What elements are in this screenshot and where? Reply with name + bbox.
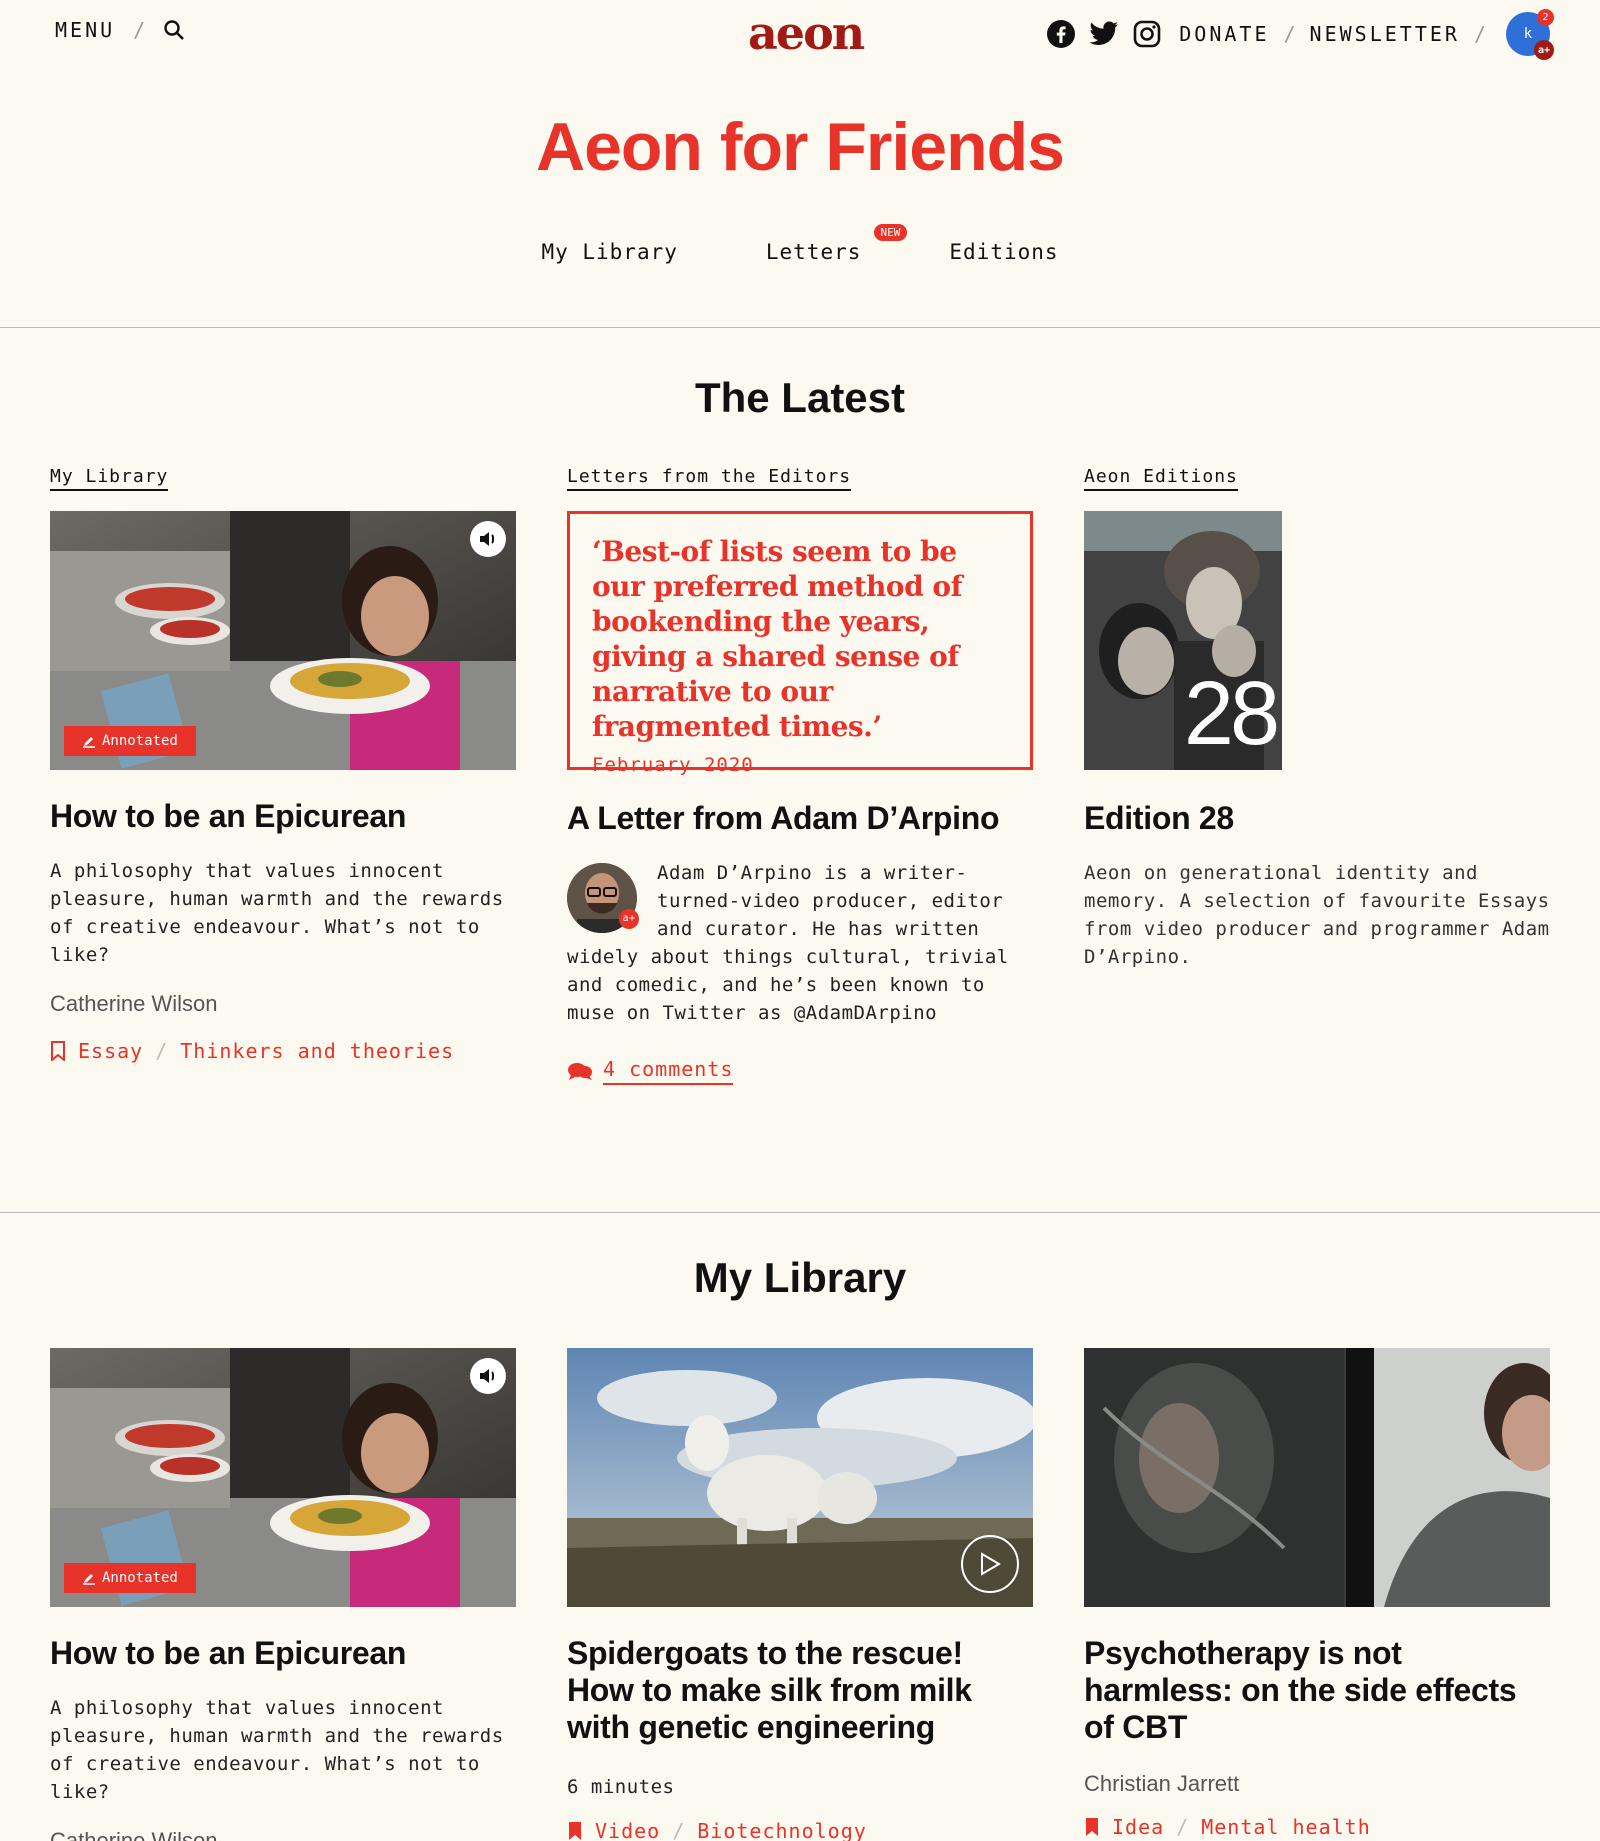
aeon-logo[interactable]: aeon	[748, 6, 865, 60]
article-image[interactable]: Annotated	[50, 511, 516, 770]
divider: /	[672, 1819, 686, 1841]
divider: /	[1283, 22, 1296, 46]
annotated-badge: Annotated	[64, 1563, 196, 1593]
membership-badge: a+	[619, 908, 639, 929]
column-label[interactable]: Aeon Editions	[1084, 466, 1238, 491]
article-description: A philosophy that values innocent pleasu…	[50, 1696, 504, 1803]
library-card: Spidergoats to the rescue! How to make s…	[567, 1348, 1033, 1841]
tab-editions[interactable]: Editions	[949, 240, 1058, 264]
page-title: Aeon for Friends	[535, 109, 1065, 185]
tag-link[interactable]: Biotechnology	[697, 1819, 867, 1841]
tab-my-library[interactable]: My Library	[541, 240, 677, 264]
letter-title[interactable]: A Letter from Adam D’Arpino	[567, 800, 1033, 837]
column-label[interactable]: Letters from the Editors	[567, 466, 852, 491]
article-image[interactable]: Annotated	[50, 1348, 516, 1607]
comments-link[interactable]: 4 comments	[567, 1057, 1033, 1085]
divider	[0, 327, 1600, 328]
section-title-latest: The Latest	[694, 374, 906, 421]
play-icon[interactable]	[961, 1535, 1019, 1593]
author-portrait: a+	[567, 862, 639, 933]
tab-letters-label: Letters	[765, 240, 862, 264]
library-card: Annotated How to be an Epicurean A philo…	[50, 1348, 516, 1841]
tag-link[interactable]: Thinkers and theories	[180, 1039, 454, 1063]
bookmark-filled-icon[interactable]	[567, 1821, 583, 1841]
article-tags: Essay / Thinkers and theories	[50, 1039, 516, 1063]
article-tags: Idea / Mental health	[1084, 1815, 1550, 1839]
tag-link[interactable]: Mental health	[1201, 1815, 1371, 1839]
column-label[interactable]: My Library	[50, 466, 169, 491]
annotated-label: Annotated	[102, 733, 178, 749]
article-title[interactable]: Spidergoats to the rescue! How to make s…	[567, 1635, 1033, 1745]
edition-description: Aeon on generational identity and memory…	[1084, 861, 1550, 968]
article-author[interactable]: Catherine Wilson	[50, 1828, 516, 1841]
audio-icon[interactable]	[470, 521, 506, 557]
pencil-icon	[83, 1574, 95, 1585]
latest-editions-column: Aeon Editions 28 Edition 28 Aeon on gene…	[1084, 466, 1550, 971]
edition-number: 28	[1183, 664, 1280, 764]
divider: /	[155, 1038, 169, 1063]
tag-link[interactable]: Essay	[78, 1039, 143, 1063]
menu-button[interactable]: MENU	[55, 18, 115, 42]
audio-icon[interactable]	[470, 1358, 506, 1394]
friends-subnav: My Library Letters NEW Editions	[0, 224, 1600, 264]
divider: /	[1176, 1815, 1190, 1840]
twitter-icon[interactable]	[1089, 21, 1119, 47]
comment-icon	[568, 1062, 592, 1080]
letter-quote: ‘Best-of lists seem to be our preferred …	[592, 535, 963, 743]
facebook-icon[interactable]	[1047, 20, 1076, 48]
article-description: A philosophy that values innocent pleasu…	[50, 859, 504, 966]
edition-title[interactable]: Edition 28	[1084, 800, 1550, 837]
letter-date: February 2020	[592, 754, 754, 776]
article-title[interactable]: Psychotherapy is not harmless: on the si…	[1084, 1635, 1550, 1745]
tab-letters[interactable]: Letters NEW	[765, 224, 908, 264]
article-tags: Video / Biotechnology	[567, 1819, 1033, 1841]
divider: /	[1473, 22, 1486, 46]
annotated-badge: Annotated	[64, 726, 196, 756]
article-title[interactable]: How to be an Epicurean	[50, 1635, 516, 1672]
notification-badge: 2	[1537, 9, 1554, 26]
article-title[interactable]: How to be an Epicurean	[50, 798, 516, 835]
divider	[0, 1212, 1600, 1213]
library-card: Psychotherapy is not harmless: on the si…	[1084, 1348, 1550, 1839]
latest-letters-column: Letters from the Editors ‘Best-of lists …	[567, 466, 1033, 1085]
video-duration: 6 minutes	[567, 1776, 675, 1799]
video-thumbnail[interactable]	[567, 1348, 1033, 1607]
letter-body: a+ Adam D’Arpino is a writer-turned-vide…	[567, 859, 1033, 1027]
article-author[interactable]: Christian Jarrett	[1084, 1771, 1550, 1797]
tag-link[interactable]: Video	[595, 1819, 660, 1841]
instagram-icon[interactable]	[1133, 20, 1161, 48]
bookmark-icon[interactable]	[50, 1040, 66, 1061]
pencil-icon	[83, 737, 95, 748]
comments-count[interactable]: 4 comments	[603, 1057, 734, 1085]
new-badge: NEW	[873, 224, 908, 241]
donate-link[interactable]: DONATE	[1179, 22, 1269, 46]
article-image[interactable]	[1084, 1348, 1550, 1607]
top-bar: MENU / aeon DONATE / NEWSLETTER / k 2 a+	[0, 0, 1600, 70]
search-icon[interactable]	[163, 19, 185, 41]
letter-quote-card[interactable]: ‘Best-of lists seem to be our preferred …	[567, 511, 1033, 776]
bookmark-filled-icon[interactable]	[1084, 1817, 1100, 1837]
tag-link[interactable]: Idea	[1112, 1815, 1164, 1839]
edition-cover[interactable]: 28	[1084, 511, 1282, 770]
divider: /	[133, 18, 146, 42]
article-author[interactable]: Catherine Wilson	[50, 991, 516, 1017]
latest-library-column: My Library Annotated How to be an Epicur…	[50, 466, 516, 1063]
account-avatar[interactable]: k 2 a+	[1506, 9, 1554, 60]
newsletter-link[interactable]: NEWSLETTER	[1310, 22, 1460, 46]
section-title-my-library: My Library	[693, 1254, 907, 1301]
membership-badge: a+	[1534, 40, 1554, 60]
annotated-label: Annotated	[102, 1570, 178, 1586]
